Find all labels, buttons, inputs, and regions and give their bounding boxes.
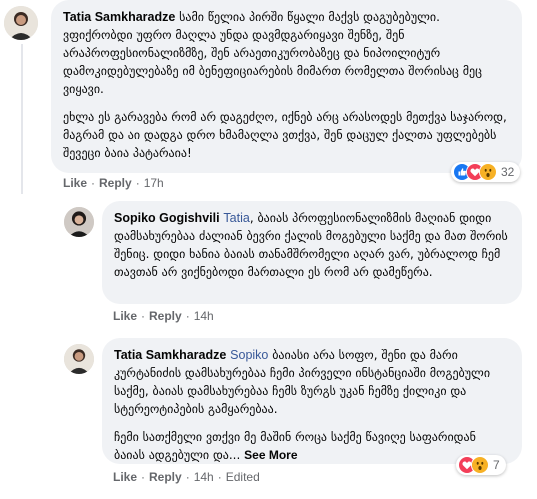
edited-label[interactable]: Edited bbox=[226, 470, 260, 484]
comment-author[interactable]: Tatia Samkharadze bbox=[63, 10, 175, 24]
avatar-image bbox=[64, 207, 94, 237]
avatar-image bbox=[64, 344, 94, 374]
avatar[interactable] bbox=[4, 6, 38, 40]
comment-timestamp[interactable]: 17h bbox=[144, 176, 164, 190]
comment-bubble: Tatia Samkharadze სამი წელია პირში წყალი… bbox=[51, 0, 522, 173]
reaction-count: 32 bbox=[501, 165, 515, 179]
separator-dot: · bbox=[217, 470, 222, 484]
reply-button[interactable]: Reply bbox=[149, 470, 182, 484]
comment-thread: Tatia Samkharadze სამი წელია პირში წყალი… bbox=[0, 0, 537, 499]
separator-dot: · bbox=[141, 309, 146, 323]
separator-dot: · bbox=[185, 309, 190, 323]
separator-dot: · bbox=[185, 470, 190, 484]
like-button[interactable]: Like bbox=[113, 470, 137, 484]
mention-link[interactable]: Tatia bbox=[223, 211, 249, 225]
comment-author[interactable]: Sopiko Gogishvili bbox=[114, 211, 220, 225]
comment-actions: Like · Reply · 17h bbox=[63, 176, 164, 190]
comment-actions: Like · Reply · 14h bbox=[113, 309, 214, 323]
comment-paragraph: Tatia Samkharadze Sopiko ბაიასი არა სოფო… bbox=[114, 346, 510, 418]
comment-paragraph: ეხლა ეს გარავება რომ არ დაგეძღო, იქნებ ა… bbox=[63, 110, 507, 160]
avatar-image bbox=[4, 6, 38, 40]
comment-paragraph: ჩემი სათქმელი ვთქვი მე მაშინ როცა საქმე … bbox=[114, 428, 510, 464]
mention-link[interactable]: Sopiko bbox=[230, 348, 268, 362]
separator-dot: · bbox=[135, 176, 140, 190]
wow-icon bbox=[471, 456, 489, 474]
comment-paragraph: Tatia Samkharadze სამი წელია პირში წყალი… bbox=[63, 8, 510, 98]
avatar[interactable] bbox=[64, 344, 94, 374]
separator-dot: · bbox=[91, 176, 96, 190]
comment-timestamp[interactable]: 14h bbox=[194, 470, 214, 484]
like-button[interactable]: Like bbox=[113, 309, 137, 323]
like-button[interactable]: Like bbox=[63, 176, 87, 190]
reply-button[interactable]: Reply bbox=[99, 176, 132, 190]
comment-author[interactable]: Tatia Samkharadze bbox=[114, 348, 226, 362]
wow-icon bbox=[479, 163, 497, 181]
separator-dot: · bbox=[141, 470, 146, 484]
reply-thread-line bbox=[21, 44, 23, 194]
comment-bubble: Sopiko Gogishvili Tatia, ბაიას პროფესიონ… bbox=[102, 201, 522, 304]
avatar[interactable] bbox=[64, 207, 94, 237]
reply-button[interactable]: Reply bbox=[149, 309, 182, 323]
reaction-summary[interactable]: 7 bbox=[456, 455, 506, 475]
see-more-link[interactable]: See More bbox=[244, 448, 297, 462]
reaction-summary[interactable]: 32 bbox=[451, 162, 521, 182]
comment-timestamp[interactable]: 14h bbox=[194, 309, 214, 323]
reaction-count: 7 bbox=[493, 458, 500, 472]
comment-bubble: Tatia Samkharadze Sopiko ბაიასი არა სოფო… bbox=[102, 338, 522, 464]
comment-actions: Like · Reply · 14h · Edited bbox=[113, 470, 260, 484]
